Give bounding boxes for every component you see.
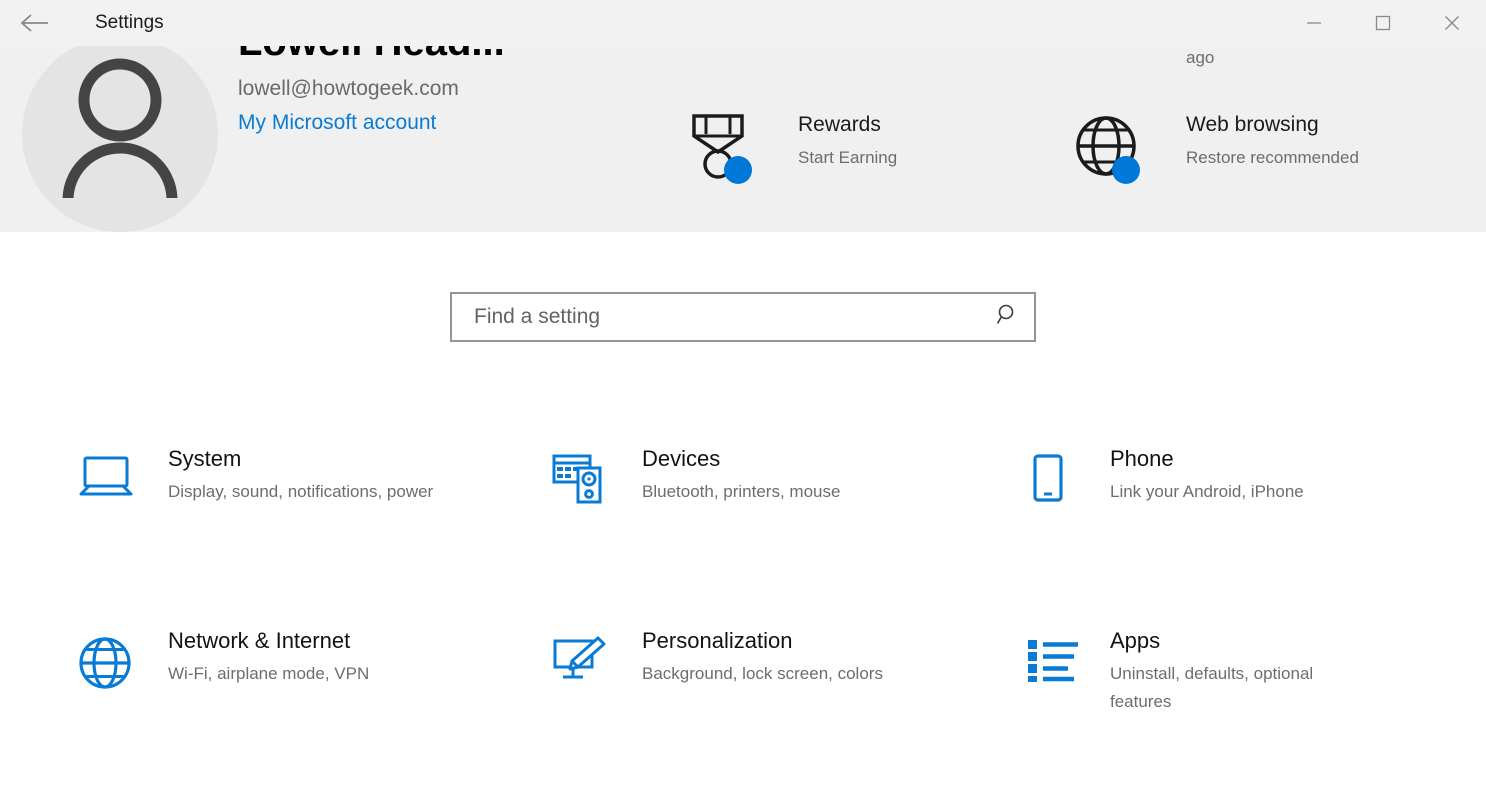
my-microsoft-account-link[interactable]: My Microsoft account [238,111,658,135]
avatar[interactable] [22,36,218,232]
header-status-rewards[interactable]: Rewards Start Earning [686,110,897,180]
close-icon [1444,15,1460,31]
account-info: Lowell Head... lowell@howtogeek.com My M… [238,36,658,135]
close-button[interactable] [1417,0,1486,46]
title-bar: Settings [0,0,1486,46]
web-browsing-notification-badge [1112,156,1140,184]
back-button[interactable] [10,0,60,46]
category-tile-phone[interactable]: Phone Link your Android, iPhone [1026,440,1446,506]
rewards-text-block: Rewards Start Earning [798,110,897,172]
category-subtitle-personalization: Background, lock screen, colors [642,660,883,688]
category-title-devices: Devices [642,444,840,474]
devices-keyboard-icon [552,440,642,504]
laptop-icon [78,440,168,498]
search-box[interactable] [450,292,1036,342]
header-status-web-browsing[interactable]: Web browsing Restore recommended [1074,110,1359,180]
category-title-phone: Phone [1110,444,1304,474]
back-arrow-icon [20,13,50,33]
minimize-button[interactable] [1279,0,1348,46]
category-text-personalization: Personalization Background, lock screen,… [642,622,883,688]
account-email: lowell@howtogeek.com [238,77,658,101]
category-tile-apps[interactable]: Apps Uninstall, defaults, optional featu… [1026,622,1446,716]
rewards-title: Rewards [798,112,897,138]
search-input[interactable] [452,294,982,340]
category-text-apps: Apps Uninstall, defaults, optional featu… [1110,622,1376,716]
category-subtitle-phone: Link your Android, iPhone [1110,478,1304,506]
window-controls [1279,0,1486,46]
search-button[interactable] [982,294,1034,340]
category-tile-devices[interactable]: Devices Bluetooth, printers, mouse [552,440,972,506]
rewards-medal-icon [686,110,750,180]
personalization-brush-icon [552,622,642,684]
phone-icon [1026,440,1110,502]
category-row-1: System Display, sound, notifications, po… [0,440,1486,622]
category-text-network: Network & Internet Wi-Fi, airplane mode,… [168,622,369,688]
rewards-subtitle: Start Earning [798,144,897,172]
category-text-devices: Devices Bluetooth, printers, mouse [642,440,840,506]
category-subtitle-apps: Uninstall, defaults, optional features [1110,660,1376,716]
category-title-system: System [168,444,433,474]
web-browsing-subtitle: Restore recommended [1186,144,1359,172]
maximize-button[interactable] [1348,0,1417,46]
category-title-network: Network & Internet [168,626,369,656]
category-tile-personalization[interactable]: Personalization Background, lock screen,… [552,622,972,688]
network-globe-icon [78,622,168,690]
web-browsing-globe-icon [1074,110,1138,180]
category-subtitle-system: Display, sound, notifications, power [168,478,433,506]
category-title-personalization: Personalization [642,626,883,656]
apps-list-icon [1026,622,1110,684]
category-row-2: Network & Internet Wi-Fi, airplane mode,… [0,622,1486,804]
minimize-icon [1306,15,1322,31]
category-subtitle-network: Wi-Fi, airplane mode, VPN [168,660,369,688]
search-icon [996,303,1020,332]
settings-category-grid: System Display, sound, notifications, po… [0,440,1486,804]
category-text-phone: Phone Link your Android, iPhone [1110,440,1304,506]
category-tile-network[interactable]: Network & Internet Wi-Fi, airplane mode,… [78,622,498,690]
page-title: Settings [95,0,164,46]
web-browsing-title: Web browsing [1186,112,1359,138]
category-title-apps: Apps [1110,626,1376,656]
category-text-system: System Display, sound, notifications, po… [168,440,433,506]
maximize-icon [1375,15,1391,31]
category-tile-system[interactable]: System Display, sound, notifications, po… [78,440,498,506]
web-browsing-text-block: Web browsing Restore recommended [1186,110,1359,172]
rewards-notification-badge [724,156,752,184]
category-subtitle-devices: Bluetooth, printers, mouse [642,478,840,506]
